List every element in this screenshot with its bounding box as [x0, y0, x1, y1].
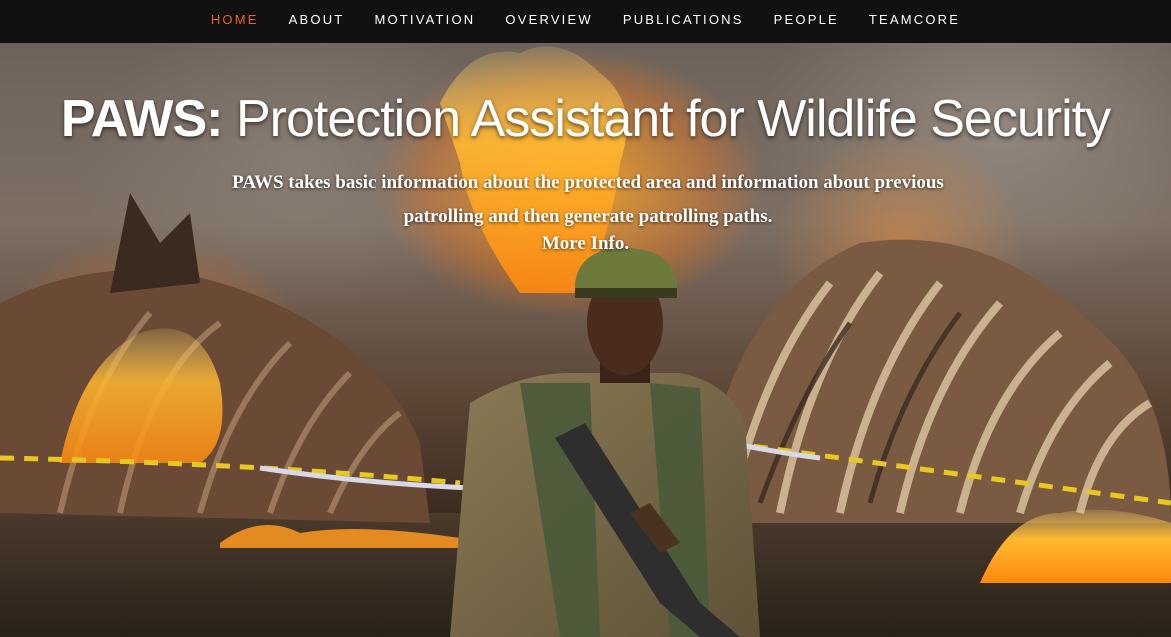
- page: HOME ABOUT MOTIVATION OVERVIEW PUBLICATI…: [0, 0, 1171, 637]
- nav-menu: HOME ABOUT MOTIVATION OVERVIEW PUBLICATI…: [0, 0, 1171, 39]
- nav-item-teamcore[interactable]: TEAMCORE: [854, 12, 975, 27]
- hero-title-text: Protection Assistant for Wildlife Securi…: [222, 90, 1111, 148]
- hero-description: PAWS takes basic information about the p…: [232, 172, 944, 227]
- more-info-link[interactable]: More Info.: [0, 233, 1171, 255]
- hero-section: PAWS: Protection Assistant for Wildlife …: [0, 43, 1171, 637]
- nav-item-publications[interactable]: PUBLICATIONS: [608, 12, 759, 27]
- nav-item-motivation[interactable]: MOTIVATION: [359, 12, 490, 27]
- top-navbar: HOME ABOUT MOTIVATION OVERVIEW PUBLICATI…: [0, 0, 1171, 43]
- hero-title-acronym: PAWS:: [60, 90, 224, 148]
- nav-item-people[interactable]: PEOPLE: [759, 12, 854, 27]
- nav-item-home[interactable]: HOME: [196, 12, 274, 27]
- hero-title: PAWS: Protection Assistant for Wildlife …: [0, 89, 1171, 149]
- nav-item-about[interactable]: ABOUT: [274, 12, 360, 27]
- nav-item-overview[interactable]: OVERVIEW: [490, 12, 607, 27]
